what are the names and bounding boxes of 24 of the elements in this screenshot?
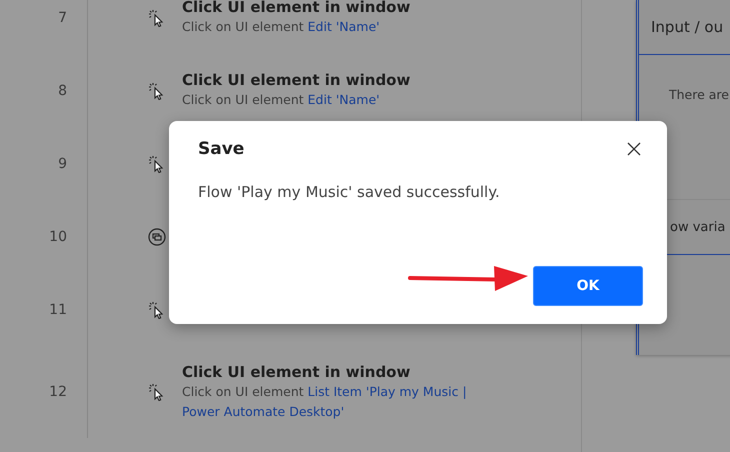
line-number: 12 <box>49 384 67 400</box>
line-number: 7 <box>58 10 67 26</box>
step-title: Click UI element in window <box>182 71 412 89</box>
dialog-message: Flow 'Play my Music' saved successfully. <box>198 183 501 201</box>
line-number: 10 <box>49 228 67 244</box>
cursor-click-icon <box>148 383 164 401</box>
cursor-click-icon <box>148 154 164 172</box>
line-number: 9 <box>58 156 67 172</box>
cursor-click-icon <box>148 300 164 318</box>
cursor-click-icon <box>148 8 164 26</box>
step-description: Click on UI element Edit 'Name' <box>182 91 381 109</box>
panel-heading: Input / ou <box>639 0 730 55</box>
subflow-icon <box>148 228 166 246</box>
step-title: Click UI element in window <box>182 362 412 380</box>
ok-button[interactable]: OK <box>533 266 643 306</box>
cursor-click-icon <box>148 82 164 100</box>
step-title: Click UI element in window <box>182 0 412 16</box>
empty-message: There are <box>668 86 730 102</box>
step-description: Click on UI element Edit 'Name' <box>182 18 381 36</box>
close-button[interactable] <box>625 140 643 158</box>
dialog-title: Save <box>198 139 244 159</box>
line-number: 8 <box>58 82 67 98</box>
line-number: 11 <box>49 302 67 318</box>
step-description: Click on UI element List Item 'Play my Music | Power Automate Desktop' <box>182 382 468 421</box>
